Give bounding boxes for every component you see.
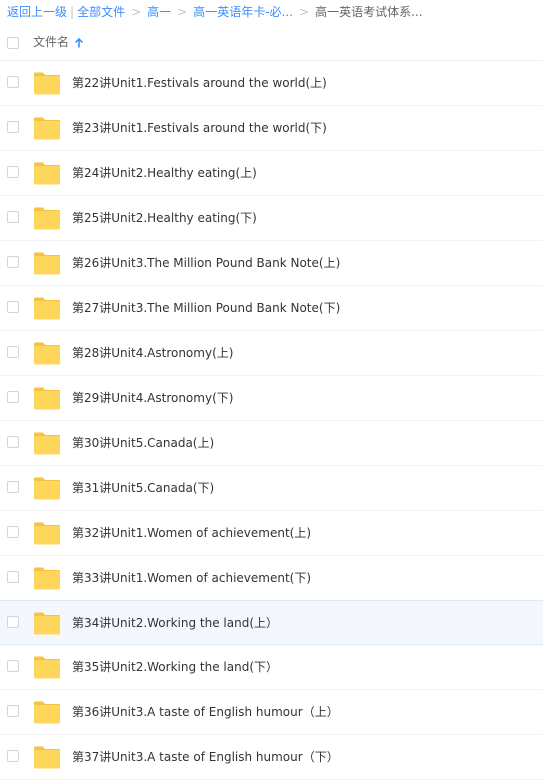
file-row[interactable]: 第34讲Unit2.Working the land(上） xyxy=(0,600,543,645)
breadcrumb-current: 高一英语考试体系... xyxy=(315,5,423,19)
row-checkbox[interactable] xyxy=(7,660,19,672)
row-checkbox[interactable] xyxy=(7,121,19,133)
folder-icon[interactable] xyxy=(33,656,61,679)
select-all-checkbox[interactable] xyxy=(7,37,19,49)
folder-icon[interactable] xyxy=(33,117,61,140)
file-name[interactable]: 第37讲Unit3.A taste of English humour（下） xyxy=(72,735,339,779)
folder-icon[interactable] xyxy=(33,342,61,365)
row-checkbox[interactable] xyxy=(7,616,19,628)
folder-icon[interactable] xyxy=(33,612,61,635)
row-checkbox[interactable] xyxy=(7,76,19,88)
file-name[interactable]: 第26讲Unit3.The Million Pound Bank Note(上) xyxy=(72,241,340,285)
folder-icon[interactable] xyxy=(33,297,61,320)
folder-icon[interactable] xyxy=(33,72,61,95)
breadcrumb-level2[interactable]: 高一英语年卡-必... xyxy=(193,5,293,19)
breadcrumb-divider: | xyxy=(70,5,75,19)
row-checkbox[interactable] xyxy=(7,571,19,583)
file-name[interactable]: 第27讲Unit3.The Million Pound Bank Note(下) xyxy=(72,286,340,330)
file-row[interactable]: 第25讲Unit2.Healthy eating(下) xyxy=(0,196,543,241)
folder-icon[interactable] xyxy=(33,746,61,769)
breadcrumb-arrow: > xyxy=(131,5,142,19)
name-column-header[interactable]: 文件名 xyxy=(33,26,69,59)
folder-icon[interactable] xyxy=(33,252,61,275)
folder-icon[interactable] xyxy=(33,567,61,590)
file-name[interactable]: 第25讲Unit2.Healthy eating(下) xyxy=(72,196,257,240)
file-row[interactable]: 第32讲Unit1.Women of achievement(上) xyxy=(0,511,543,556)
row-checkbox[interactable] xyxy=(7,301,19,313)
row-checkbox[interactable] xyxy=(7,526,19,538)
file-row[interactable]: 第29讲Unit4.Astronomy(下) xyxy=(0,376,543,421)
file-name[interactable]: 第28讲Unit4.Astronomy(上) xyxy=(72,331,233,375)
file-name[interactable]: 第31讲Unit5.Canada(下) xyxy=(72,466,214,510)
folder-icon[interactable] xyxy=(33,162,61,185)
row-checkbox[interactable] xyxy=(7,481,19,493)
row-checkbox[interactable] xyxy=(7,211,19,223)
row-checkbox[interactable] xyxy=(7,705,19,717)
file-row[interactable]: 第28讲Unit4.Astronomy(上) xyxy=(0,331,543,376)
file-name[interactable]: 第24讲Unit2.Healthy eating(上) xyxy=(72,151,257,195)
folder-icon[interactable] xyxy=(33,701,61,724)
file-row[interactable]: 第22讲Unit1.Festivals around the world(上) xyxy=(0,61,543,106)
folder-icon[interactable] xyxy=(33,207,61,230)
breadcrumb: 返回上一级 | 全部文件 > 高一 > 高一英语年卡-必... > 高一英语考试体系... xyxy=(7,0,543,24)
file-name[interactable]: 第22讲Unit1.Festivals around the world(上) xyxy=(72,61,327,105)
file-row[interactable]: 第35讲Unit2.Working the land(下） xyxy=(0,645,543,690)
row-checkbox[interactable] xyxy=(7,256,19,268)
row-checkbox[interactable] xyxy=(7,346,19,358)
folder-icon[interactable] xyxy=(33,522,61,545)
file-list: 第22讲Unit1.Festivals around the world(上) 第… xyxy=(0,61,543,780)
file-name[interactable]: 第35讲Unit2.Working the land(下） xyxy=(72,645,278,689)
file-name[interactable]: 第34讲Unit2.Working the land(上） xyxy=(72,601,278,645)
row-checkbox[interactable] xyxy=(7,166,19,178)
file-row[interactable]: 第30讲Unit5.Canada(上) xyxy=(0,421,543,466)
folder-icon[interactable] xyxy=(33,432,61,455)
sort-ascending-icon[interactable] xyxy=(73,37,85,49)
breadcrumb-arrow: > xyxy=(177,5,188,19)
file-name[interactable]: 第23讲Unit1.Festivals around the world(下) xyxy=(72,106,327,150)
folder-icon[interactable] xyxy=(33,387,61,410)
file-name[interactable]: 第33讲Unit1.Women of achievement(下) xyxy=(72,556,311,600)
file-row[interactable]: 第37讲Unit3.A taste of English humour（下） xyxy=(0,735,543,780)
file-name[interactable]: 第30讲Unit5.Canada(上) xyxy=(72,421,214,465)
file-row[interactable]: 第26讲Unit3.The Million Pound Bank Note(上) xyxy=(0,241,543,286)
breadcrumb-arrow: > xyxy=(299,5,310,19)
file-row[interactable]: 第33讲Unit1.Women of achievement(下) xyxy=(0,556,543,601)
file-row[interactable]: 第27讲Unit3.The Million Pound Bank Note(下) xyxy=(0,286,543,331)
row-checkbox[interactable] xyxy=(7,391,19,403)
breadcrumb-level1[interactable]: 高一 xyxy=(147,5,171,19)
all-files-link[interactable]: 全部文件 xyxy=(77,5,125,19)
file-row[interactable]: 第31讲Unit5.Canada(下) xyxy=(0,466,543,511)
row-checkbox[interactable] xyxy=(7,750,19,762)
folder-icon[interactable] xyxy=(33,477,61,500)
file-name[interactable]: 第32讲Unit1.Women of achievement(上) xyxy=(72,511,311,555)
file-list-header: 文件名 xyxy=(0,26,543,61)
file-name[interactable]: 第36讲Unit3.A taste of English humour（上） xyxy=(72,690,339,734)
file-row[interactable]: 第24讲Unit2.Healthy eating(上) xyxy=(0,151,543,196)
file-name[interactable]: 第29讲Unit4.Astronomy(下) xyxy=(72,376,233,420)
file-row[interactable]: 第36讲Unit3.A taste of English humour（上） xyxy=(0,690,543,735)
back-link[interactable]: 返回上一级 xyxy=(7,5,67,19)
row-checkbox[interactable] xyxy=(7,436,19,448)
file-row[interactable]: 第23讲Unit1.Festivals around the world(下) xyxy=(0,106,543,151)
